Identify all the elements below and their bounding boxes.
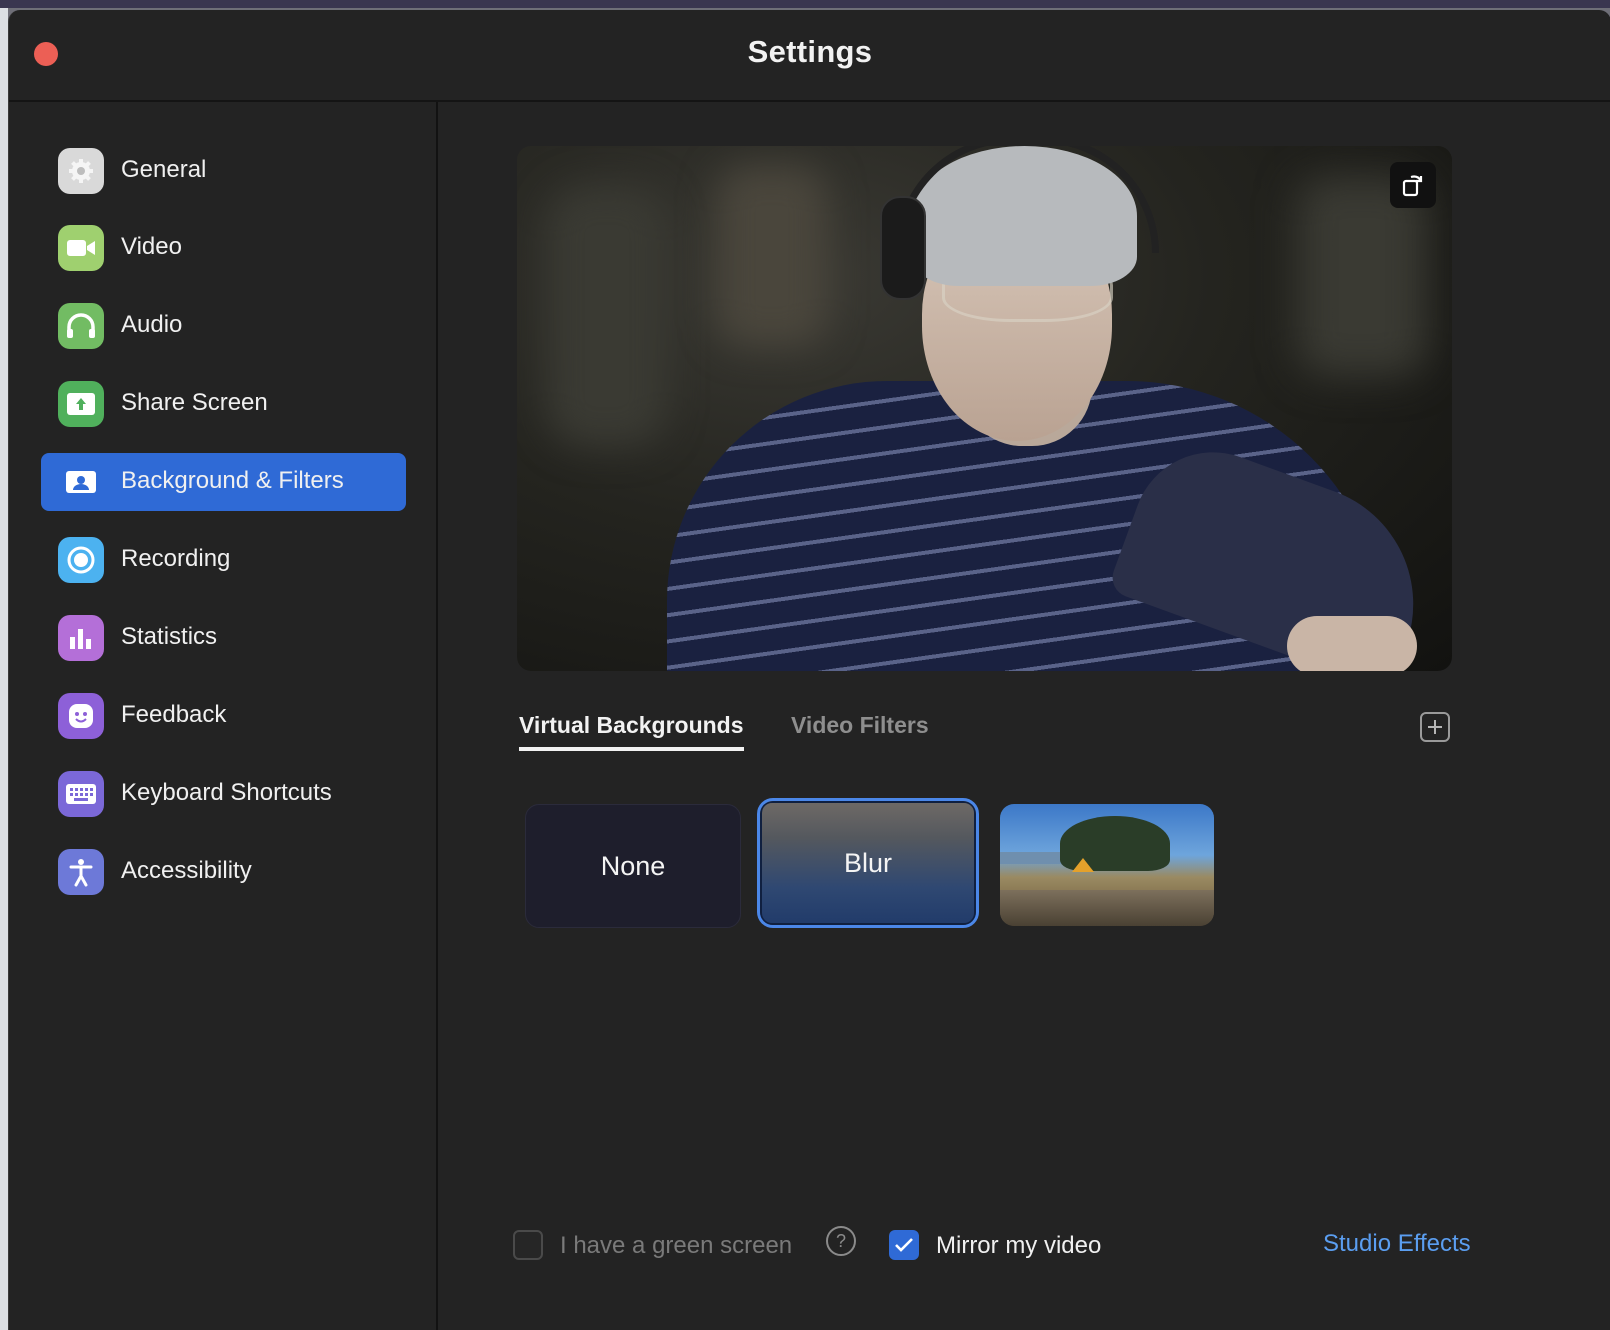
sidebar-item-feedback[interactable]: Feedback — [41, 687, 406, 745]
scene-tent — [1072, 858, 1094, 872]
accessibility-icon — [58, 849, 104, 895]
sidebar-item-label: Audio — [121, 311, 183, 338]
background-person-icon — [58, 459, 104, 505]
background-tabs: Virtual Backgrounds Video Filters — [517, 706, 1457, 752]
preview-person-hand — [1287, 616, 1417, 671]
background-option-none[interactable]: None — [525, 804, 741, 928]
main-panel: Virtual Backgrounds Video Filters None B… — [438, 102, 1610, 1330]
sidebar-item-accessibility[interactable]: Accessibility — [41, 843, 406, 901]
settings-window: Settings General Video Audio Share Scree… — [8, 10, 1610, 1330]
background-option-label: None — [600, 850, 666, 881]
tab-video-filters[interactable]: Video Filters — [791, 712, 929, 739]
preview-headphone-band — [895, 146, 1159, 253]
sidebar-item-label: Statistics — [121, 623, 218, 650]
sidebar-item-statistics[interactable]: Statistics — [41, 609, 406, 667]
share-screen-icon — [58, 381, 104, 427]
rotate-video-button[interactable] — [1390, 162, 1436, 208]
sidebar-item-label: Recording — [121, 545, 231, 572]
sidebar-item-general[interactable]: General — [41, 142, 406, 200]
sidebar-item-label: General — [121, 156, 207, 183]
sidebar-item-label: Accessibility — [121, 857, 252, 884]
background-option-label: Blur — [843, 847, 892, 878]
background-option-blur[interactable]: Blur — [757, 798, 979, 928]
sidebar-item-share-screen[interactable]: Share Screen — [41, 375, 406, 433]
record-icon — [58, 537, 104, 583]
preview-blur-shape — [717, 166, 827, 346]
sidebar-item-audio[interactable]: Audio — [41, 297, 406, 355]
help-icon[interactable]: ? — [826, 1226, 856, 1256]
tab-virtual-backgrounds[interactable]: Virtual Backgrounds — [519, 712, 744, 751]
window-title: Settings — [747, 34, 873, 69]
title-bar: Settings — [9, 10, 1610, 102]
sidebar-item-label: Share Screen — [121, 389, 268, 416]
video-camera-icon — [58, 225, 104, 271]
sidebar-item-label: Video — [121, 233, 182, 260]
sidebar-item-recording[interactable]: Recording — [41, 531, 406, 589]
sidebar-item-label: Keyboard Shortcuts — [121, 779, 332, 806]
bar-chart-icon — [58, 615, 104, 661]
green-screen-checkbox[interactable] — [513, 1230, 543, 1260]
preview-headphone-cup — [880, 196, 926, 300]
keyboard-icon — [58, 771, 104, 817]
sidebar-item-video[interactable]: Video — [41, 219, 406, 277]
preview-blur-shape — [547, 186, 667, 446]
desktop-left-strip — [0, 8, 8, 1330]
smiley-icon — [58, 693, 104, 739]
sidebar-item-keyboard-shortcuts[interactable]: Keyboard Shortcuts — [41, 765, 406, 823]
mirror-video-label: Mirror my video — [936, 1232, 1102, 1259]
mirror-video-checkbox[interactable] — [889, 1230, 919, 1260]
scene-rocks — [1000, 890, 1214, 926]
sidebar: General Video Audio Share Screen Backgro… — [9, 102, 438, 1330]
sidebar-item-label: Background & Filters — [121, 467, 344, 494]
desktop-top-strip — [0, 0, 1610, 8]
add-background-button[interactable] — [1420, 712, 1450, 742]
studio-effects-link[interactable]: Studio Effects — [1323, 1230, 1471, 1258]
headphones-icon — [58, 303, 104, 349]
camera-preview — [517, 146, 1452, 671]
checkmark-icon — [895, 1238, 913, 1252]
rotate-icon — [1402, 175, 1423, 197]
background-option-landscape[interactable] — [1000, 804, 1214, 926]
sidebar-item-label: Feedback — [121, 701, 227, 728]
plus-icon — [1428, 720, 1442, 734]
green-screen-label: I have a green screen — [560, 1232, 793, 1259]
gear-icon — [58, 148, 104, 194]
sidebar-item-background-filters[interactable]: Background & Filters — [41, 453, 406, 511]
